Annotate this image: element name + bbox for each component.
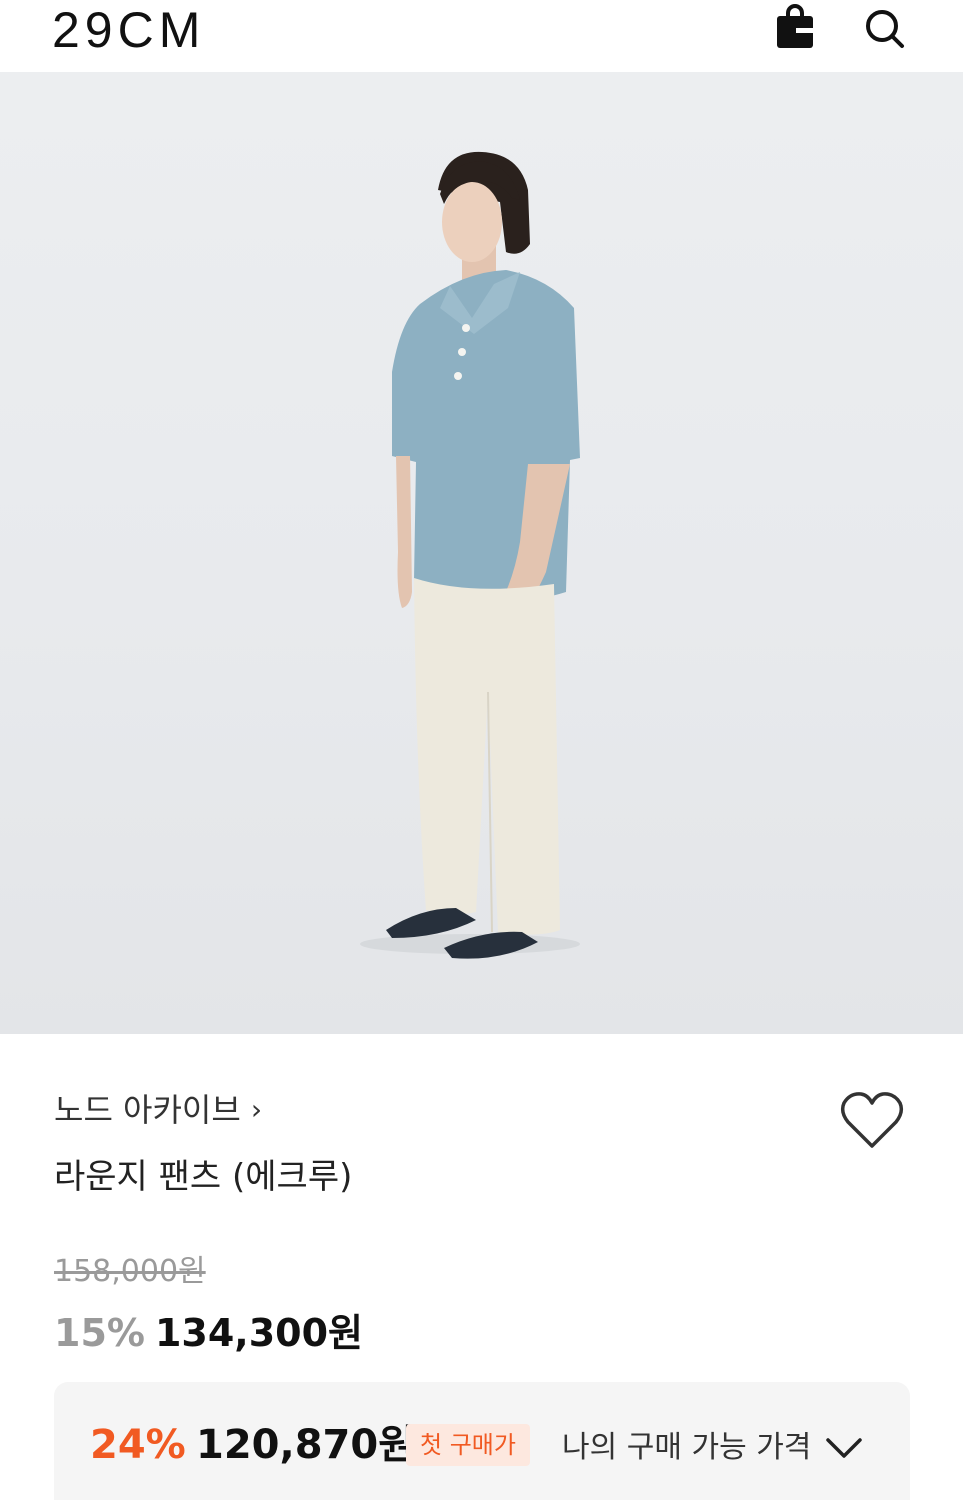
search-button[interactable] — [862, 6, 906, 50]
first-purchase-badge: 첫 구매가 — [406, 1424, 530, 1466]
original-price: 158,000원 — [54, 1254, 206, 1289]
personal-price: 120,870원 — [196, 1422, 415, 1468]
product-image[interactable] — [0, 72, 963, 1034]
brand-name: 노드 아카이브 — [54, 1091, 241, 1129]
chevron-down-icon — [826, 1438, 862, 1458]
discount-percent: 15% — [54, 1311, 145, 1355]
personal-price-label: 나의 구매 가능 가격 — [562, 1430, 812, 1465]
logo[interactable]: 29CM — [52, 2, 205, 58]
sale-price: 134,300원 — [154, 1311, 364, 1355]
search-icon — [866, 10, 904, 48]
heart-icon — [840, 1092, 904, 1148]
shopping-bag-icon — [777, 4, 814, 48]
model-illustration — [360, 151, 580, 959]
personal-price-toggle[interactable]: 24% 120,870원 첫 구매가 나의 구매 가능 가격 — [54, 1382, 910, 1500]
product-title: 라운지 팬츠 (에크루) — [54, 1157, 353, 1197]
app-header: 29CM — [0, 0, 963, 72]
personal-discount-percent: 24% — [90, 1422, 186, 1468]
brand-link[interactable]: 노드 아카이브 › — [54, 1088, 262, 1132]
wishlist-button[interactable] — [838, 1090, 906, 1152]
sale-price-row: 15% 134,300원 — [54, 1302, 363, 1357]
chevron-right-icon: › — [250, 1093, 263, 1126]
shopping-bag-button[interactable] — [774, 4, 816, 50]
